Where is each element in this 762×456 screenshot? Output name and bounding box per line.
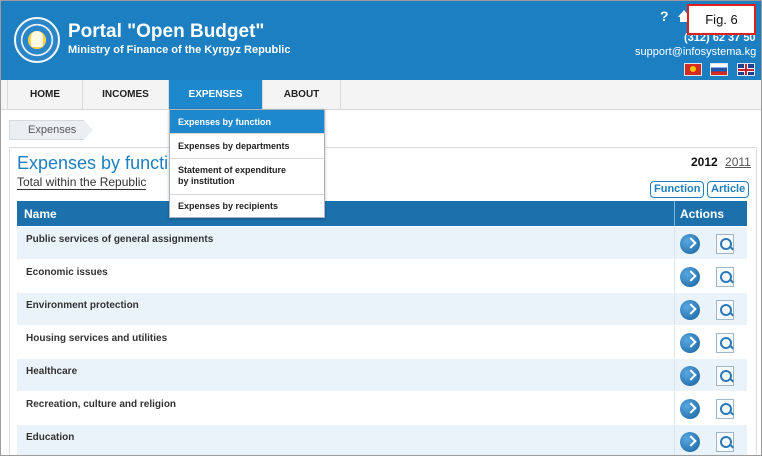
column-divider: [674, 201, 675, 226]
row-name[interactable]: Recreation, culture and religion: [26, 399, 176, 410]
row-name[interactable]: Public services of general assignments: [26, 234, 213, 245]
nav-incomes[interactable]: INCOMES: [83, 80, 169, 110]
table-row: Education: [17, 424, 747, 455]
support-email-link[interactable]: support@infosystema.kg: [635, 46, 756, 58]
arrow-right-icon[interactable]: [680, 234, 700, 254]
table-row: Public services of general assignments: [17, 226, 747, 259]
kyrgyz-emblem-logo[interactable]: [14, 17, 60, 63]
table-row: Recreation, culture and religion: [17, 391, 747, 424]
column-divider: [674, 326, 675, 358]
site-header: Portal "Open Budget" Ministry of Finance…: [1, 1, 761, 80]
arrow-right-icon[interactable]: [680, 432, 700, 452]
magnifier-icon[interactable]: [716, 234, 734, 254]
year-selector: 2012 2011: [691, 155, 751, 169]
menu-item-expenses-by-departments[interactable]: Expenses by departments: [170, 134, 324, 159]
main-nav: HOME INCOMES EXPENSES ABOUT: [1, 80, 761, 110]
screenshot-frame: Portal "Open Budget" Ministry of Finance…: [0, 0, 762, 456]
portal-title: Portal "Open Budget": [68, 21, 265, 42]
arrow-right-icon[interactable]: [680, 333, 700, 353]
table-row: Economic issues: [17, 259, 747, 292]
year-2012-current: 2012: [691, 155, 718, 169]
menu-item-expenses-by-function[interactable]: Expenses by function: [170, 110, 324, 134]
help-icon[interactable]: ?: [660, 8, 669, 24]
magnifier-icon[interactable]: [716, 399, 734, 419]
figure-label: Fig. 6: [687, 4, 756, 35]
magnifier-icon[interactable]: [716, 333, 734, 353]
function-view-button[interactable]: Function: [650, 181, 705, 198]
magnifier-icon[interactable]: [716, 366, 734, 386]
column-divider: [674, 392, 675, 424]
arrow-right-icon[interactable]: [680, 366, 700, 386]
magnifier-icon[interactable]: [716, 432, 734, 452]
arrow-right-icon[interactable]: [680, 399, 700, 419]
ru-flag-icon[interactable]: [710, 63, 728, 76]
expenses-table: Name Actions Public services of general …: [17, 201, 747, 455]
magnifier-icon[interactable]: [716, 300, 734, 320]
table-row: Environment protection: [17, 292, 747, 325]
arrow-right-icon[interactable]: [680, 300, 700, 320]
column-divider: [674, 227, 675, 259]
kg-flag-icon[interactable]: [684, 63, 702, 76]
article-view-button[interactable]: Article: [707, 181, 750, 198]
column-header-name: Name: [24, 207, 57, 221]
column-divider: [674, 260, 675, 292]
row-name[interactable]: Healthcare: [26, 366, 77, 377]
row-name[interactable]: Environment protection: [26, 300, 139, 311]
row-name[interactable]: Economic issues: [26, 267, 108, 278]
table-body: Public services of general assignments E…: [17, 226, 747, 455]
en-flag-icon[interactable]: [737, 63, 755, 76]
nav-about[interactable]: ABOUT: [263, 80, 341, 110]
magnifier-icon[interactable]: [716, 267, 734, 287]
breadcrumb-expenses[interactable]: Expenses: [9, 120, 94, 140]
menu-item-label-line2: by institution: [178, 176, 235, 186]
portal-subtitle: Ministry of Finance of the Kyrgyz Republ…: [68, 44, 291, 56]
page-title: Expenses by function: [17, 153, 189, 173]
menu-item-expenses-by-recipients[interactable]: Expenses by recipients: [170, 195, 324, 218]
arrow-right-icon[interactable]: [680, 267, 700, 287]
column-divider: [674, 359, 675, 391]
expenses-dropdown-menu: Expenses by function Expenses by departm…: [169, 109, 325, 218]
table-row: Housing services and utilities: [17, 325, 747, 358]
nav-home[interactable]: HOME: [7, 80, 83, 110]
menu-item-statement-by-institution[interactable]: Statement of expenditure by institution: [170, 159, 324, 195]
table-header: Name Actions: [17, 201, 747, 226]
table-row: Healthcare: [17, 358, 747, 391]
nav-expenses[interactable]: EXPENSES: [169, 80, 263, 110]
region-selector-link[interactable]: Total within the Republic: [17, 176, 147, 190]
column-divider: [674, 425, 675, 455]
row-name[interactable]: Education: [26, 432, 74, 443]
menu-item-label-line1: Statement of expenditure: [178, 165, 287, 175]
column-divider: [674, 293, 675, 325]
row-name[interactable]: Housing services and utilities: [26, 333, 167, 344]
column-header-actions: Actions: [680, 207, 725, 221]
year-2011-link[interactable]: 2011: [725, 155, 751, 169]
